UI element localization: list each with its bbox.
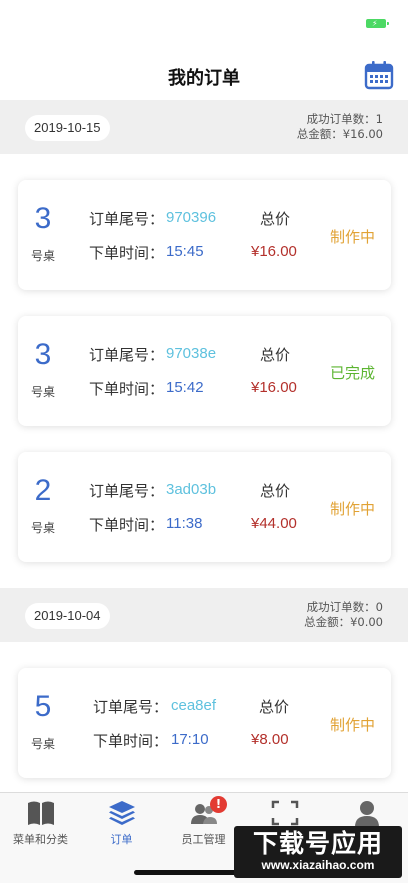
profile-icon	[352, 799, 382, 827]
order-group: 5 号桌 订单尾号： cea8ef 下单时间： 17:10 总价 ¥8.00 制…	[0, 642, 408, 778]
order-code: 3ad03b	[166, 481, 217, 498]
order-time-label: 下单时间：	[93, 732, 169, 750]
watermark-title: 下载号应用	[252, 829, 383, 858]
calendar-icon[interactable]	[364, 60, 394, 90]
order-list[interactable]: 2019-10-15 成功订单数：1 总金额：¥16.00 3 号桌 订单尾号：…	[0, 100, 408, 792]
total-label: 总价	[259, 698, 290, 716]
order-total: ¥16.00	[251, 379, 297, 396]
order-time-label: 下单时间：	[89, 380, 165, 398]
order-time: 17:10	[171, 731, 209, 748]
table-unit: 号桌	[30, 521, 55, 535]
date-group-header: 2019-10-15 成功订单数：1 总金额：¥16.00	[0, 100, 408, 154]
tab-label: 菜单和分类	[13, 833, 68, 846]
date-pill: 2019-10-04	[25, 603, 110, 629]
notification-badge: !	[210, 796, 227, 813]
order-card[interactable]: 3 号桌 订单尾号： 970396 下单时间： 15:45 总价 ¥16.00 …	[18, 180, 391, 290]
total-label: 总价	[260, 346, 291, 364]
layers-icon	[107, 799, 137, 827]
order-total: ¥44.00	[251, 515, 297, 532]
book-icon	[26, 799, 56, 827]
order-code: 970396	[166, 209, 217, 226]
tab-label: 员工管理	[181, 833, 226, 846]
table-number: 2	[34, 474, 52, 507]
order-code-label: 订单尾号：	[89, 346, 165, 364]
order-code: 97038e	[166, 345, 217, 362]
table-number: 3	[34, 202, 52, 235]
nav-bar: 我的订单	[0, 44, 408, 100]
tab-staff[interactable]: ! 员工管理	[163, 793, 244, 853]
watermark-logo: 下载号应用 www.xiazaihao.com	[234, 826, 402, 878]
order-status: 已完成	[330, 364, 376, 382]
tab-orders[interactable]: 订单	[81, 793, 162, 853]
order-group: 3 号桌 订单尾号： 970396 下单时间： 15:45 总价 ¥16.00 …	[0, 154, 408, 562]
order-card[interactable]: 5 号桌 订单尾号： cea8ef 下单时间： 17:10 总价 ¥8.00 制…	[18, 668, 391, 778]
status-bar: ⚡	[0, 0, 408, 44]
order-code: cea8ef	[171, 697, 217, 714]
order-total: ¥8.00	[251, 731, 289, 748]
date-summary: 成功订单数：0 总金额：¥0.00	[304, 600, 383, 630]
order-status: 制作中	[330, 716, 376, 734]
order-time: 11:38	[166, 515, 203, 532]
date-pill: 2019-10-15	[25, 115, 110, 141]
table-unit: 号桌	[30, 385, 55, 399]
battery-charging-icon: ⚡	[366, 19, 389, 28]
order-time-label: 下单时间：	[89, 244, 165, 262]
tab-label: 订单	[110, 833, 133, 846]
watermark-url: www.xiazaihao.com	[261, 858, 375, 872]
order-card[interactable]: 3 号桌 订单尾号： 97038e 下单时间： 15:42 总价 ¥16.00 …	[18, 316, 391, 426]
total-label: 总价	[260, 210, 291, 228]
order-code-label: 订单尾号：	[89, 210, 165, 228]
order-total: ¥16.00	[251, 243, 297, 260]
total-amount: 总金额：¥0.00	[304, 615, 383, 629]
page-title: 我的订单	[168, 68, 240, 89]
order-code-label: 订单尾号：	[89, 482, 165, 500]
success-count: 成功订单数：0	[306, 600, 383, 614]
order-status: 制作中	[330, 228, 376, 246]
date-group-header: 2019-10-04 成功订单数：0 总金额：¥0.00	[0, 588, 408, 642]
table-unit: 号桌	[30, 249, 55, 263]
table-unit: 号桌	[30, 737, 55, 751]
date-summary: 成功订单数：1 总金额：¥16.00	[297, 112, 383, 142]
order-time: 15:45	[166, 243, 204, 260]
total-amount: 总金额：¥16.00	[296, 127, 383, 141]
order-time: 15:42	[166, 379, 204, 396]
scan-icon	[270, 799, 300, 827]
order-card[interactable]: 2 号桌 订单尾号： 3ad03b 下单时间： 11:38 总价 ¥44.00 …	[18, 452, 391, 562]
table-number: 3	[34, 338, 52, 371]
order-time-label: 下单时间：	[89, 516, 165, 534]
order-status: 制作中	[330, 500, 376, 518]
table-number: 5	[34, 690, 52, 723]
success-count: 成功订单数：1	[306, 112, 383, 126]
total-label: 总价	[260, 482, 291, 500]
tab-menu[interactable]: 菜单和分类	[0, 793, 81, 853]
order-code-label: 订单尾号：	[93, 698, 169, 716]
